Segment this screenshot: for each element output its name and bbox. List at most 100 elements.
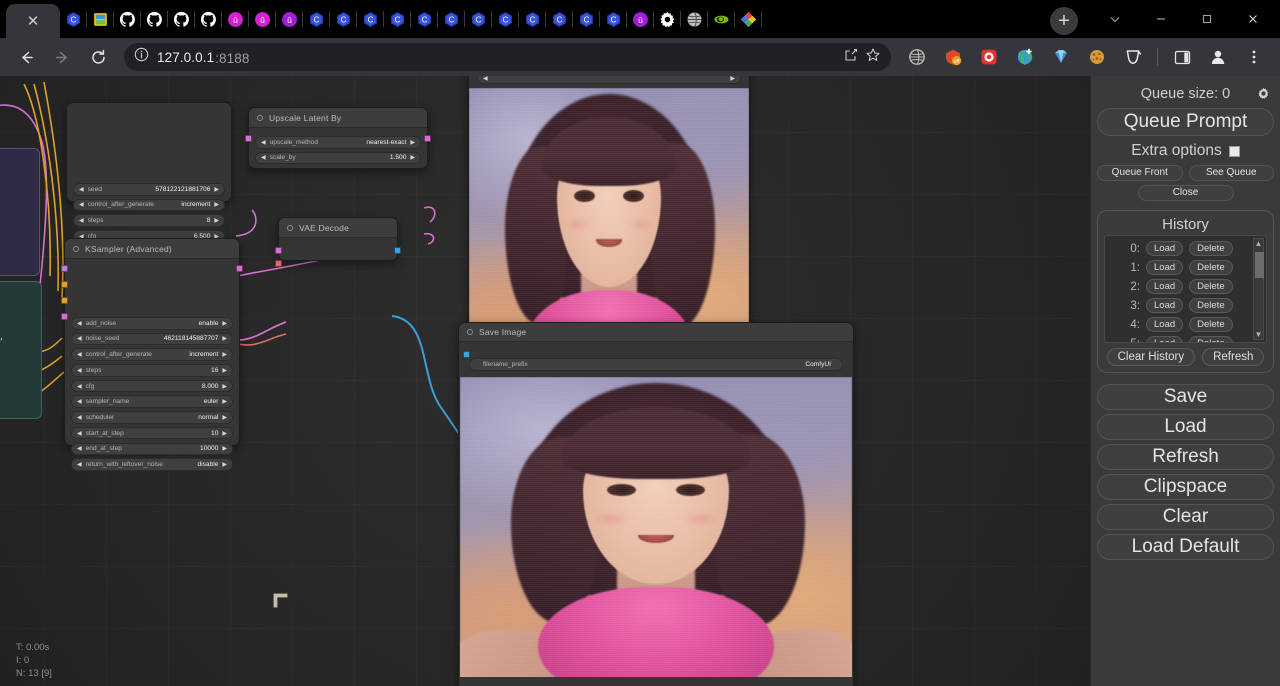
input-port-positive[interactable]: [61, 281, 68, 288]
clipspace-button[interactable]: Clipspace: [1097, 474, 1274, 500]
history-delete-button[interactable]: Delete: [1189, 336, 1232, 343]
left-arrow-icon[interactable]: ◀: [77, 320, 82, 327]
left-arrow-icon[interactable]: ◀: [261, 154, 266, 161]
scroll-down-icon[interactable]: ▼: [1255, 330, 1263, 339]
left-arrow-icon[interactable]: ◀: [77, 445, 82, 452]
tab-comfy-2[interactable]: C: [303, 0, 330, 38]
right-arrow-icon[interactable]: ▶: [410, 154, 415, 161]
earth-plus-icon[interactable]: [1010, 42, 1040, 72]
right-arrow-icon[interactable]: ▶: [730, 76, 735, 82]
output-port-latent[interactable]: [236, 265, 243, 272]
left-arrow-icon[interactable]: ◀: [77, 335, 82, 342]
right-arrow-icon[interactable]: ▶: [222, 445, 227, 452]
forward-icon[interactable]: [47, 42, 77, 72]
input-port-negative[interactable]: [61, 297, 68, 304]
adblock-off-icon[interactable]: off: [938, 42, 968, 72]
right-arrow-icon[interactable]: ▶: [214, 217, 219, 224]
node-upscale-latent-by[interactable]: Upscale Latent By ◀upscale_methodnearest…: [248, 107, 428, 169]
gem-icon[interactable]: [1046, 42, 1076, 72]
tab-globe[interactable]: [681, 0, 708, 38]
kebab-menu-icon[interactable]: [1239, 42, 1269, 72]
tab-github-1[interactable]: [114, 0, 141, 38]
right-arrow-icon[interactable]: ▶: [214, 201, 219, 208]
close-queue-button[interactable]: Close: [1138, 185, 1234, 201]
back-icon[interactable]: [11, 42, 41, 72]
widget-end-at-step[interactable]: ◀end_at_step10000▶: [71, 443, 233, 456]
right-arrow-icon[interactable]: ▶: [222, 398, 227, 405]
widget-start-at-step[interactable]: ◀start_at_step10▶: [71, 427, 233, 440]
node-title-bar[interactable]: KSampler (Advanced): [65, 239, 239, 259]
extra-options-checkbox[interactable]: [1229, 146, 1240, 157]
address-bar[interactable]: 127.0.0.1:8188: [124, 43, 891, 71]
close-window-button[interactable]: [1230, 0, 1276, 38]
tab-settings[interactable]: [654, 0, 681, 38]
right-arrow-icon[interactable]: ▶: [222, 430, 227, 437]
tab-comfy-10[interactable]: C: [519, 0, 546, 38]
tab-u-2[interactable]: û: [249, 0, 276, 38]
preview-widget-clipped[interactable]: ◀ ▶: [477, 76, 741, 84]
scroll-up-icon[interactable]: ▲: [1255, 239, 1263, 248]
collapse-dot-icon[interactable]: [73, 246, 79, 252]
save-button[interactable]: Save: [1097, 384, 1274, 410]
close-icon[interactable]: ✕: [27, 14, 40, 29]
history-load-button[interactable]: Load: [1146, 260, 1183, 275]
save-image-area[interactable]: [460, 377, 852, 677]
history-delete-button[interactable]: Delete: [1189, 241, 1232, 256]
left-arrow-icon[interactable]: ◀: [79, 186, 84, 193]
tab-comfy-1[interactable]: C: [60, 0, 87, 38]
left-arrow-icon[interactable]: ◀: [79, 201, 84, 208]
collapse-dot-icon[interactable]: [467, 329, 473, 335]
left-arrow-icon[interactable]: ◀: [77, 430, 82, 437]
widget-scheduler[interactable]: ◀schedulernormal▶: [71, 411, 233, 424]
tab-comfy-12[interactable]: C: [573, 0, 600, 38]
input-port-vae[interactable]: [275, 260, 282, 267]
share-icon[interactable]: [843, 47, 859, 68]
left-arrow-icon[interactable]: ◀: [77, 461, 82, 468]
history-delete-button[interactable]: Delete: [1189, 317, 1232, 332]
tab-comfy-11[interactable]: C: [546, 0, 573, 38]
output-port-latent[interactable]: [424, 135, 431, 142]
history-delete-button[interactable]: Delete: [1189, 279, 1232, 294]
tab-u-1[interactable]: û: [222, 0, 249, 38]
history-load-button[interactable]: Load: [1146, 279, 1183, 294]
active-tab[interactable]: ✕: [6, 4, 60, 38]
profile-avatar[interactable]: [1203, 42, 1233, 72]
tab-u-4[interactable]: û: [627, 0, 654, 38]
node-title-bar[interactable]: Upscale Latent By: [249, 108, 427, 128]
history-scrollbar[interactable]: ▲ ▼: [1253, 238, 1264, 340]
right-arrow-icon[interactable]: ▶: [222, 320, 227, 327]
left-arrow-icon[interactable]: ◀: [77, 414, 82, 421]
tab-comfy-6[interactable]: C: [411, 0, 438, 38]
reload-icon[interactable]: [83, 42, 113, 72]
node-negative-prompt[interactable]: w:0.5], tilated, limbs, , missing , neck…: [0, 281, 42, 419]
minimize-button[interactable]: [1138, 0, 1184, 38]
gear-icon[interactable]: [1257, 87, 1270, 105]
tab-comfy-8[interactable]: C: [465, 0, 492, 38]
node-vae-decode[interactable]: VAE Decode: [278, 217, 398, 261]
node-title-bar[interactable]: VAE Decode: [279, 218, 397, 238]
output-port-image[interactable]: [394, 247, 401, 254]
node-positive-prompt[interactable]: iling ils, , soft , sea, urred h the led…: [0, 148, 40, 276]
refresh-button[interactable]: Refresh: [1097, 444, 1274, 470]
tab-paint[interactable]: [735, 0, 762, 38]
new-tab-button[interactable]: +: [1050, 7, 1078, 35]
collapse-dot-icon[interactable]: [257, 115, 263, 121]
site-info-icon[interactable]: [134, 47, 149, 67]
tab-github-3[interactable]: [168, 0, 195, 38]
tab-comfy-7[interactable]: C: [438, 0, 465, 38]
refresh-history-button[interactable]: Refresh: [1202, 348, 1264, 366]
right-arrow-icon[interactable]: ▶: [222, 414, 227, 421]
tab-comfy-13[interactable]: C: [600, 0, 627, 38]
load-default-button[interactable]: Load Default: [1097, 534, 1274, 560]
widget-control-after-generate[interactable]: ◀control_after_generateincrement▶: [73, 199, 225, 212]
input-port-model[interactable]: [61, 265, 68, 272]
widget-add-noise[interactable]: ◀add_noiseenable▶: [71, 317, 233, 330]
cookie-icon[interactable]: [1082, 42, 1112, 72]
history-list[interactable]: ▲ ▼ 0:LoadDelete1:LoadDelete2:LoadDelete…: [1104, 235, 1267, 343]
node-title-bar[interactable]: Save Image: [459, 323, 853, 342]
node-save-image[interactable]: Save Image filename_prefix ComfyUI: [458, 322, 854, 686]
right-arrow-icon[interactable]: ▶: [214, 186, 219, 193]
right-arrow-icon[interactable]: ▶: [222, 351, 227, 358]
widget-control-after-generate[interactable]: ◀control_after_generateincrement▶: [71, 348, 233, 361]
tab-comfy-9[interactable]: C: [492, 0, 519, 38]
